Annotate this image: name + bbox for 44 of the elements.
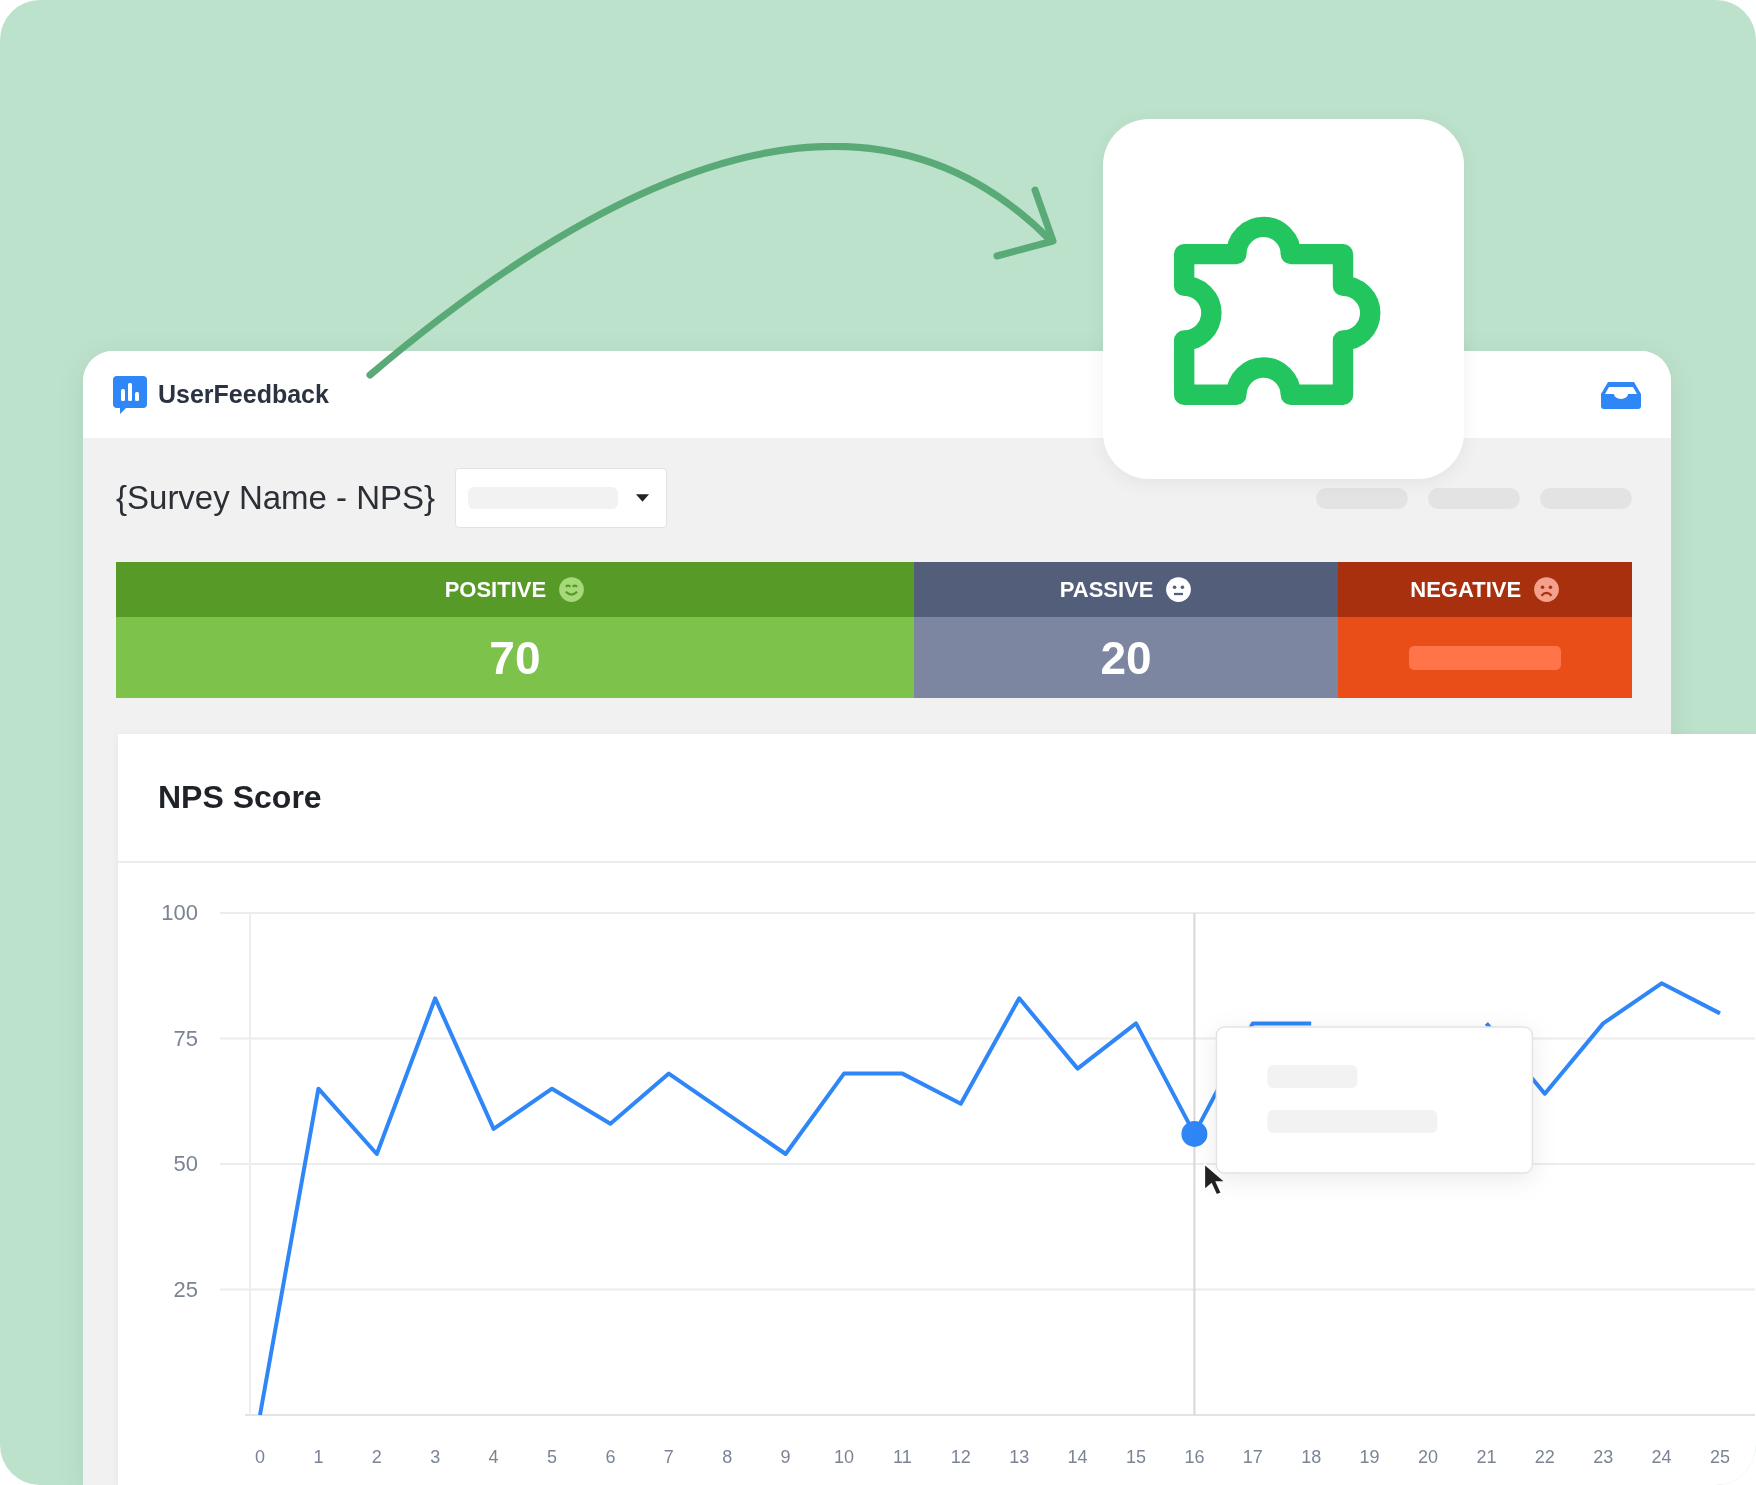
x-axis-label: 25 — [1710, 1447, 1730, 1467]
x-axis-label: 8 — [722, 1447, 733, 1467]
x-axis-label: 13 — [1009, 1447, 1030, 1467]
x-axis-label: 19 — [1359, 1447, 1380, 1467]
x-axis-label: 15 — [1126, 1447, 1146, 1467]
x-axis-label: 2 — [371, 1447, 382, 1467]
x-axis-label: 0 — [255, 1447, 265, 1467]
y-axis-label: 75 — [173, 1025, 198, 1051]
x-axis-label: 6 — [605, 1447, 616, 1467]
x-axis-label: 23 — [1593, 1447, 1614, 1467]
x-axis-label: 3 — [430, 1447, 441, 1467]
y-axis-label: 100 — [161, 900, 198, 925]
caret-icon — [636, 494, 650, 502]
brand-name: UserFeedback — [158, 380, 329, 409]
logo-icon — [112, 374, 148, 415]
x-axis-label: 4 — [488, 1447, 499, 1467]
segment-label: POSITIVE — [444, 576, 547, 603]
x-axis-label: 14 — [1067, 1447, 1088, 1467]
x-axis-label: 16 — [1184, 1447, 1205, 1467]
x-axis-label: 9 — [780, 1447, 791, 1467]
x-axis-label: 22 — [1534, 1447, 1555, 1467]
segment-value: 70 — [489, 630, 541, 685]
x-axis-label: 1 — [313, 1447, 324, 1467]
x-axis-label: 18 — [1301, 1447, 1322, 1467]
segment-value: 20 — [1100, 630, 1152, 685]
sad-face-icon — [1533, 576, 1561, 603]
segment-label: NEGATIVE — [1410, 576, 1522, 603]
x-axis-label: 24 — [1651, 1447, 1672, 1467]
neutral-face-icon — [1165, 576, 1193, 603]
y-axis-label: 25 — [173, 1276, 198, 1302]
x-axis-label: 12 — [950, 1447, 971, 1467]
segment-label: PASSIVE — [1059, 576, 1154, 603]
x-axis-label: 11 — [893, 1447, 912, 1467]
x-axis-label: 21 — [1476, 1447, 1497, 1467]
inbox-icon[interactable] — [1599, 379, 1643, 410]
y-axis-label: 50 — [173, 1151, 198, 1176]
x-axis-label: 7 — [663, 1447, 674, 1467]
x-axis-label: 20 — [1418, 1447, 1438, 1467]
x-axis-label: 17 — [1242, 1447, 1263, 1467]
card-title: NPS Score — [158, 779, 322, 816]
survey-title: {Survey Name - NPS} — [116, 479, 436, 517]
x-axis-label: 5 — [547, 1447, 557, 1467]
x-axis-label: 10 — [834, 1447, 854, 1467]
smiley-face-icon — [558, 576, 586, 603]
